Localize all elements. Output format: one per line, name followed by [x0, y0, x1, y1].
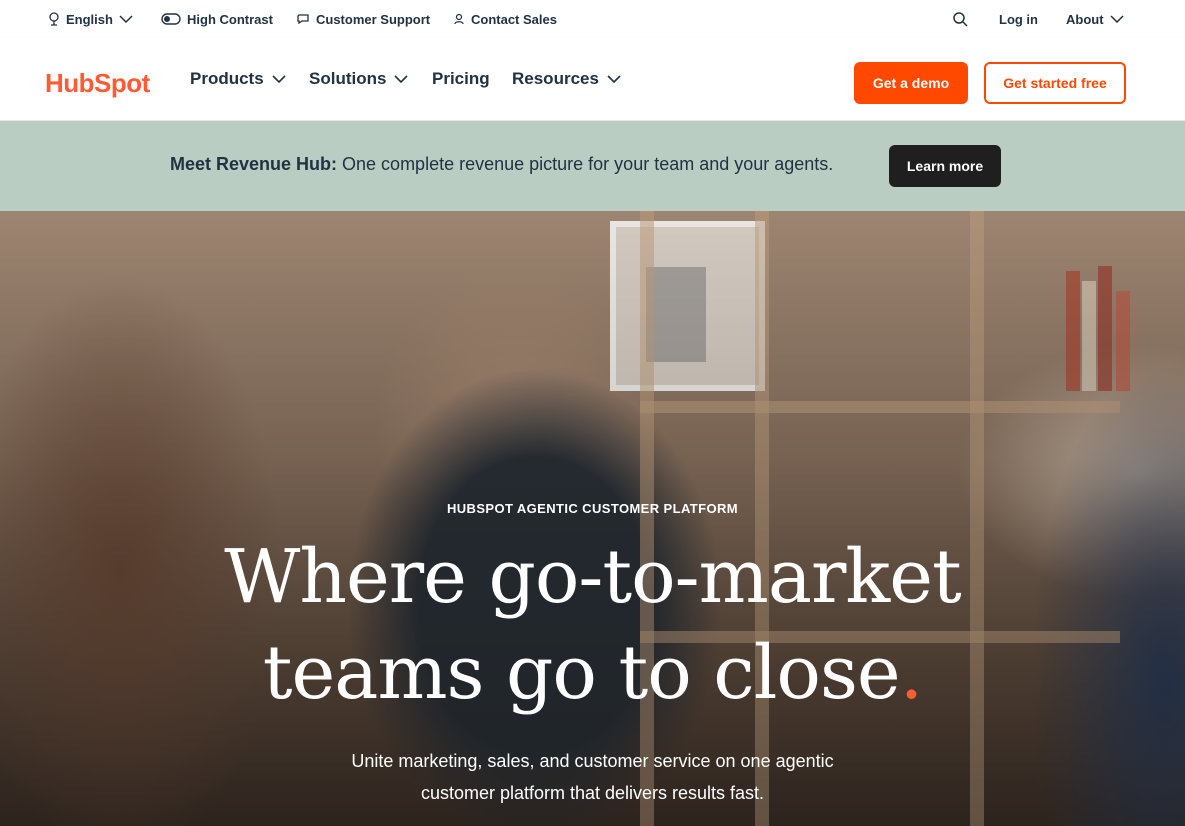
- nav-products[interactable]: Products: [190, 69, 286, 89]
- get-demo-button[interactable]: Get a demo: [854, 62, 968, 104]
- nav-solutions[interactable]: Solutions: [309, 69, 409, 89]
- nav-pricing-label: Pricing: [432, 69, 490, 88]
- nav-products-label: Products: [190, 69, 264, 88]
- log-in-link[interactable]: Log in: [999, 0, 1038, 38]
- chevron-down-icon: [1110, 15, 1124, 23]
- about-menu[interactable]: About: [1066, 0, 1124, 38]
- hero-background-photo: [0, 211, 1185, 826]
- nav-resources-label: Resources: [512, 69, 599, 88]
- high-contrast-toggle[interactable]: High Contrast: [161, 0, 273, 38]
- high-contrast-label: High Contrast: [187, 11, 273, 27]
- chevron-down-icon: [119, 15, 133, 23]
- hero-headline: Where go-to-market teams go to close.: [0, 529, 1185, 721]
- contact-sales-link[interactable]: Contact Sales: [453, 0, 557, 38]
- banner-message: Meet Revenue Hub: One complete revenue p…: [170, 154, 833, 175]
- banner-body-text: One complete revenue picture for your te…: [337, 154, 834, 174]
- nav-resources[interactable]: Resources: [512, 69, 621, 89]
- person-icon: [454, 13, 464, 25]
- chat-icon: [297, 14, 309, 25]
- about-label: About: [1066, 11, 1104, 27]
- logo-text: HubSpot: [45, 67, 150, 98]
- hero-subtext: Unite marketing, sales, and customer ser…: [0, 745, 1185, 809]
- nav-solutions-label: Solutions: [309, 69, 387, 88]
- language-selector[interactable]: English: [48, 0, 133, 38]
- customer-support-link[interactable]: Customer Support: [296, 0, 430, 38]
- hero-eyebrow: HUBSPOT AGENTIC CUSTOMER PLATFORM: [446, 501, 738, 516]
- chevron-down-icon: [607, 75, 621, 83]
- hero-subtext-line-2: customer platform that delivers results …: [420, 783, 765, 803]
- chevron-down-icon: [272, 75, 286, 83]
- language-label: English: [66, 11, 113, 27]
- get-started-free-button[interactable]: Get started free: [984, 62, 1126, 104]
- customer-support-label: Customer Support: [316, 11, 431, 27]
- contact-sales-label: Contact Sales: [471, 11, 557, 27]
- learn-more-button[interactable]: Learn more: [889, 145, 1001, 187]
- hero-subtext-line-1: Unite marketing, sales, and customer ser…: [351, 751, 834, 771]
- main-nav: HubSpot Products Solutions Pricing Resou…: [0, 38, 1185, 121]
- hubspot-logo[interactable]: HubSpot: [45, 67, 150, 99]
- log-in-label: Log in: [999, 11, 1038, 27]
- toggle-icon: [161, 13, 181, 25]
- headline-line-1: Where go-to-market: [224, 534, 961, 620]
- headline-line-2: teams go to close.: [0, 625, 1185, 721]
- nav-pricing[interactable]: Pricing: [432, 69, 490, 89]
- headline-accent-dot: .: [899, 630, 924, 716]
- headline-line-2-text: teams go to close: [262, 630, 901, 716]
- globe-icon: [49, 12, 59, 26]
- banner-bold-text: Meet Revenue Hub:: [170, 154, 338, 174]
- search-button[interactable]: [953, 0, 968, 38]
- utility-bar: English High Contrast Customer Support C…: [0, 0, 1185, 38]
- chevron-down-icon: [394, 75, 409, 83]
- search-icon: [953, 11, 968, 27]
- announcement-banner: Meet Revenue Hub: One complete revenue p…: [0, 121, 1185, 211]
- hero-section: HUBSPOT AGENTIC CUSTOMER PLATFORM Where …: [0, 211, 1185, 826]
